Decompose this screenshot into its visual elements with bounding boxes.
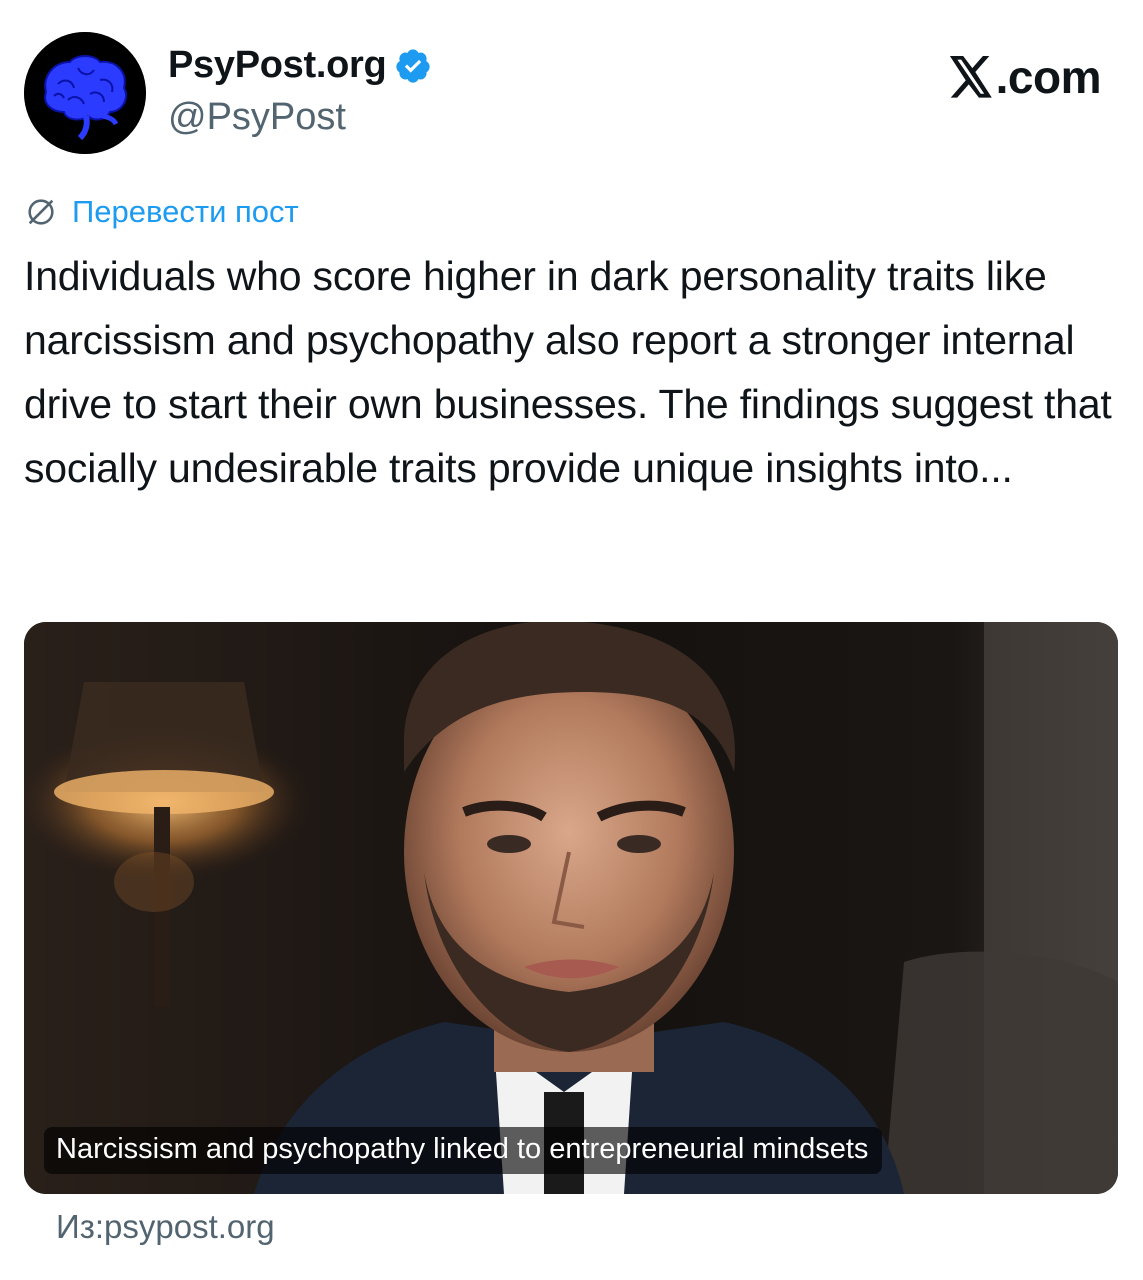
display-name[interactable]: PsyPost.org xyxy=(168,44,432,87)
card-photo xyxy=(24,622,1118,1194)
card-source[interactable]: Из:psypost.org xyxy=(56,1208,275,1246)
x-brand: .com xyxy=(948,50,1102,104)
post-text: Individuals who score higher in dark per… xyxy=(24,253,1112,491)
profile-avatar[interactable] xyxy=(24,32,146,154)
brand-suffix: .com xyxy=(995,51,1102,103)
display-name-text: PsyPost.org xyxy=(168,44,387,86)
translate-post-link[interactable]: Перевести пост xyxy=(24,194,299,230)
user-handle[interactable]: @PsyPost xyxy=(168,96,346,139)
brain-icon xyxy=(24,32,146,154)
globe-icon xyxy=(28,199,54,225)
translate-label: Перевести пост xyxy=(72,194,299,229)
verified-badge-icon xyxy=(394,47,432,85)
x-logo-icon xyxy=(949,56,992,98)
link-card[interactable]: Narcissism and psychopathy linked to ent… xyxy=(24,622,1118,1194)
card-caption: Narcissism and psychopathy linked to ent… xyxy=(44,1127,883,1174)
